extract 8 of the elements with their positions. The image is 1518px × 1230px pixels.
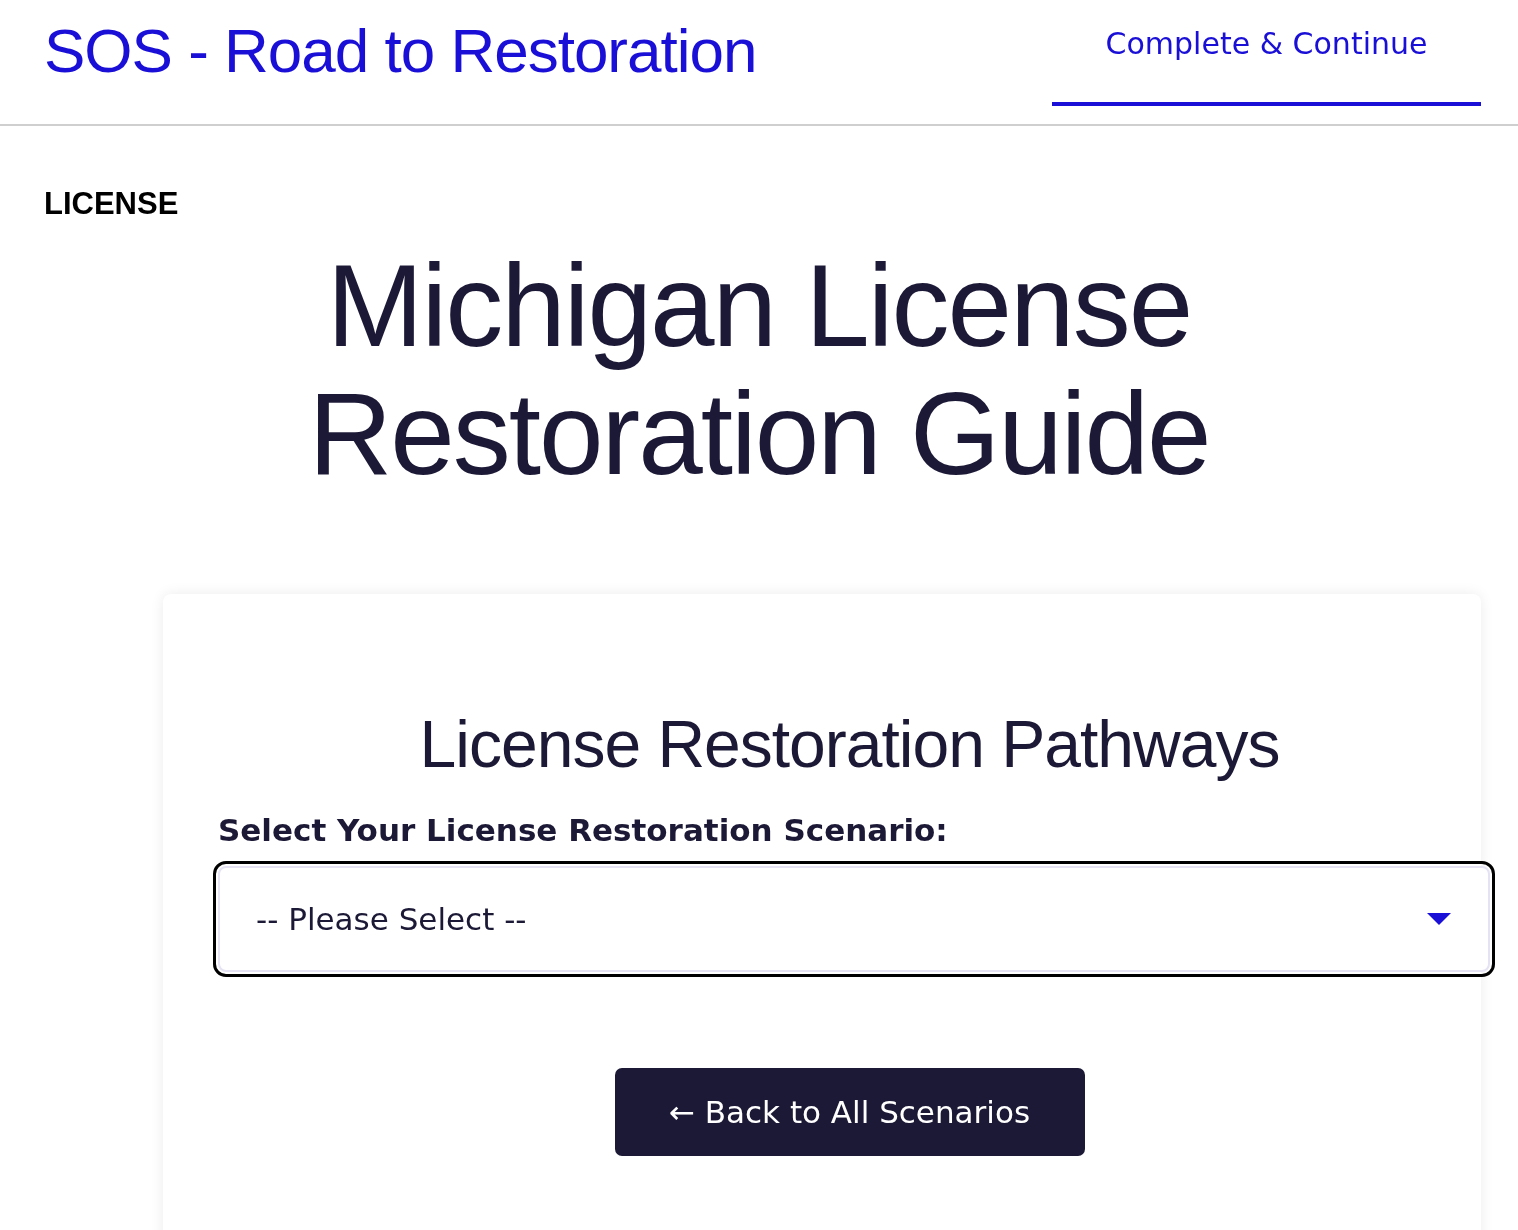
- caret-icon: [1426, 911, 1452, 927]
- category-label: LICENSE: [44, 186, 179, 222]
- back-button[interactable]: ← Back to All Scenarios: [614, 1068, 1085, 1156]
- field-label: Select Your License Restoration Scenario:: [218, 812, 948, 848]
- nav-tab[interactable]: Complete & Continue: [1052, 0, 1481, 106]
- card-heading: License Restoration Pathways: [418, 706, 1281, 782]
- site-title[interactable]: SOS - Road to Restoration: [44, 14, 757, 88]
- page-title: Michigan License Restoration Guide: [307, 242, 1211, 498]
